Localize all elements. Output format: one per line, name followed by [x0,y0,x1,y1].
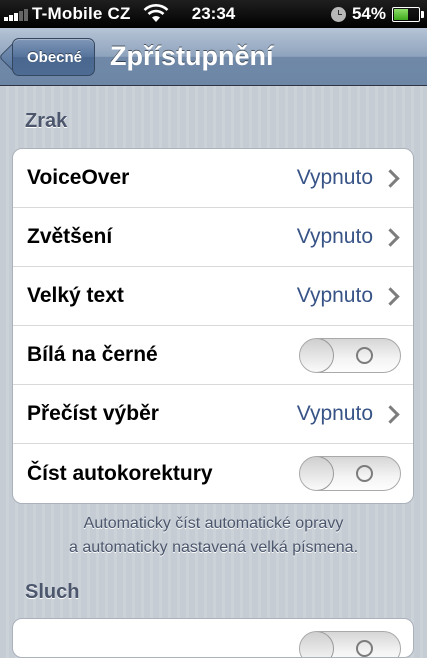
toggle-off-icon [356,346,373,364]
row-label: Zvětšení [27,225,113,248]
row-label: Bílá na černé [27,343,158,366]
toggle-off-icon [356,465,373,482]
row-large-text[interactable]: Velký text Vypnuto [13,267,413,326]
navigation-bar: Obecné Zpřístupnění [0,28,427,86]
toggle-knob [300,632,334,657]
row-zoom[interactable]: Zvětšení Vypnuto [13,208,413,267]
back-button[interactable]: Obecné [12,38,96,76]
clock-icon [330,6,346,22]
status-bar: T-Mobile CZ 23:34 54% [0,0,427,28]
toggle-knob [300,338,334,372]
row-speak-autotext: Číst autokorektury [13,444,413,503]
hearing-toggle[interactable] [299,631,401,657]
toggle-knob [300,457,334,490]
row-label: Přečíst výběr [27,402,159,425]
row-white-on-black: Bílá na černé [13,326,413,385]
chevron-right-icon [381,286,400,306]
row-value: Vypnuto [296,225,373,248]
battery-percent: 54% [351,4,386,23]
footer-line-2: a automaticky nastavená velká písmena. [68,539,359,556]
row-label: Číst autokorektury [27,461,213,485]
row-label: VoiceOver [27,166,130,189]
speak-autotext-toggle[interactable] [299,456,401,491]
back-button-label: Obecné [27,48,83,66]
page-title: Zpřístupnění [110,41,274,71]
chevron-right-icon [381,168,400,188]
row-value: Vypnuto [296,284,373,307]
row-speak-selection[interactable]: Přečíst výběr Vypnuto [13,385,413,444]
footer-line-1: Automaticky číst automatické opravy [83,515,344,532]
section-header-hearing: Sluch [25,581,80,603]
settings-group-vision: VoiceOver Vypnuto Zvětšení Vypnuto Velký… [12,148,414,504]
section-header-vision: Zrak [25,110,68,132]
battery-icon [392,6,424,22]
section-footer-vision: Automaticky číst automatické opravy a au… [0,512,427,560]
row-hearing-partial [13,619,413,657]
chevron-right-icon [381,227,400,247]
row-voiceover[interactable]: VoiceOver Vypnuto [13,149,413,208]
row-value: Vypnuto [296,402,373,425]
white-on-black-toggle[interactable] [299,337,401,373]
row-label: Velký text [27,284,124,307]
toggle-off-icon [356,640,373,657]
settings-group-hearing [12,618,414,658]
row-value: Vypnuto [296,166,373,189]
chevron-right-icon [381,404,400,424]
